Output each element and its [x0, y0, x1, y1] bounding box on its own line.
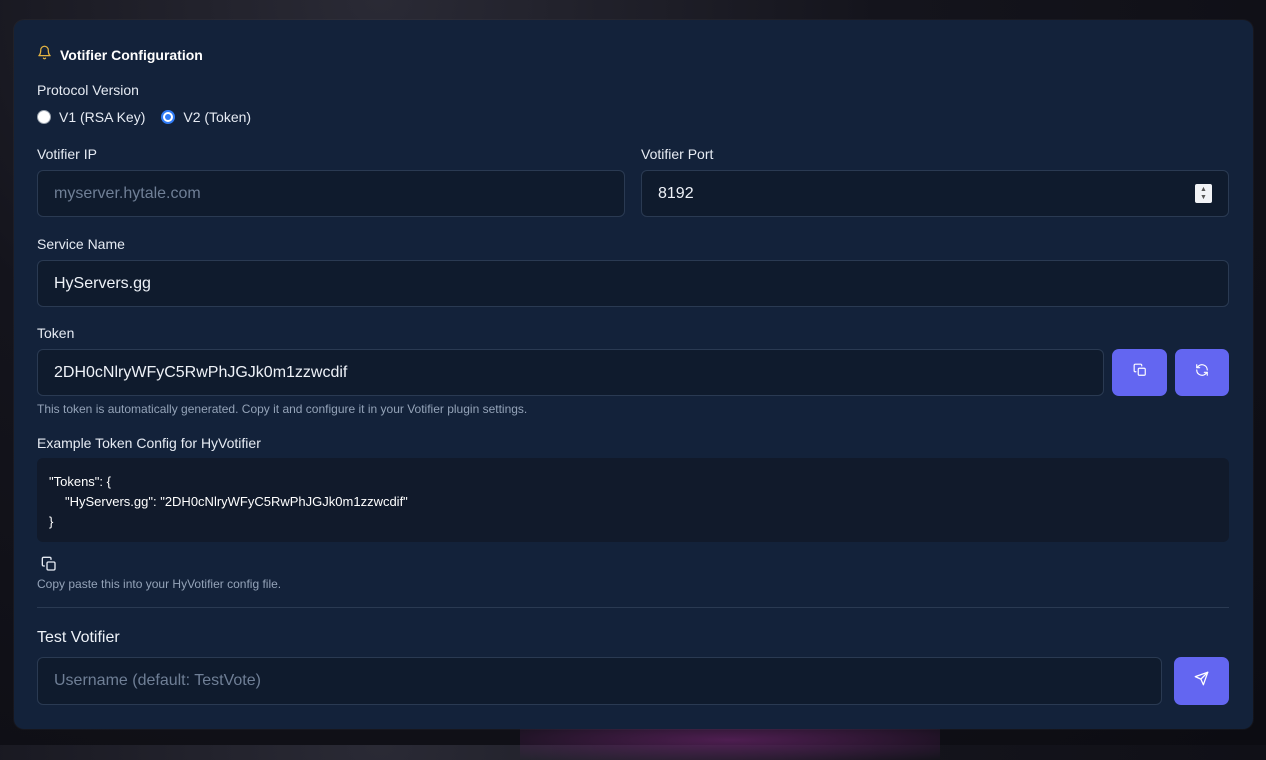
example-helper-text: Copy paste this into your HyVotifier con… — [37, 577, 282, 591]
stepper-up-icon[interactable]: ▲ — [1200, 186, 1207, 194]
copy-icon — [1133, 363, 1147, 382]
card-header: Votifier Configuration — [37, 45, 203, 65]
regenerate-token-button[interactable] — [1175, 349, 1229, 396]
radio-v2[interactable]: V2 (Token) — [161, 109, 251, 125]
token-label: Token — [37, 325, 75, 341]
section-divider — [37, 607, 1229, 608]
send-icon — [1194, 671, 1209, 691]
test-votifier-title: Test Votifier — [37, 629, 120, 646]
test-username-placeholder: Username (default: TestVote) — [54, 672, 261, 689]
stepper-down-icon[interactable]: ▼ — [1200, 194, 1207, 202]
votifier-ip-placeholder: myserver.hytale.com — [54, 184, 201, 202]
radio-v2-label: V2 (Token) — [183, 109, 252, 125]
radio-v1[interactable]: V1 (RSA Key) — [37, 109, 145, 125]
protocol-version-label: Protocol Version — [37, 82, 139, 98]
copy-token-button[interactable] — [1112, 349, 1167, 396]
votifier-ip-input[interactable]: myserver.hytale.com — [37, 170, 625, 217]
port-stepper[interactable]: ▲ ▼ — [1195, 184, 1212, 203]
votifier-port-value: 8192 — [658, 184, 694, 202]
service-name-label: Service Name — [37, 236, 125, 252]
votifier-config-card: Votifier Configuration Protocol Version … — [14, 20, 1253, 729]
bell-icon — [37, 45, 52, 65]
votifier-port-input[interactable]: 8192 ▲ ▼ — [641, 170, 1229, 217]
token-helper-text: This token is automatically generated. C… — [37, 402, 528, 416]
card-title: Votifier Configuration — [60, 47, 203, 63]
token-value: 2DH0cNlryWFyC5RwPhJGJk0m1zzwcdif — [54, 363, 348, 381]
protocol-radio-group: V1 (RSA Key) V2 (Token) — [37, 109, 251, 125]
token-input[interactable]: 2DH0cNlryWFyC5RwPhJGJk0m1zzwcdif — [37, 349, 1104, 396]
example-config-code: "Tokens": { "HyServers.gg": "2DH0cNlryWF… — [37, 458, 1229, 542]
radio-v1-label: V1 (RSA Key) — [59, 109, 146, 125]
example-config-label: Example Token Config for HyVotifier — [37, 435, 261, 451]
code-line-2: "HyServers.gg": "2DH0cNlryWFyC5RwPhJGJk0… — [65, 494, 408, 509]
radio-v2-control[interactable] — [161, 110, 176, 124]
refresh-icon — [1195, 363, 1209, 382]
service-name-value: HyServers.gg — [54, 274, 151, 292]
votifier-port-label: Votifier Port — [641, 146, 714, 162]
votifier-ip-label: Votifier IP — [37, 146, 97, 162]
copy-example-button[interactable] — [41, 556, 57, 577]
test-username-input[interactable]: Username (default: TestVote) — [37, 657, 1162, 705]
copy-icon — [41, 556, 57, 576]
send-test-vote-button[interactable] — [1174, 657, 1229, 705]
code-line-1: "Tokens": { — [49, 474, 111, 489]
radio-v1-control[interactable] — [37, 110, 51, 124]
code-line-3: } — [49, 514, 54, 529]
service-name-input[interactable]: HyServers.gg — [37, 260, 1229, 307]
